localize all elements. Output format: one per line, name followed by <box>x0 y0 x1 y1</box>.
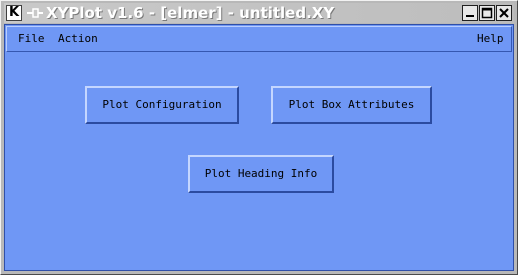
menu-bar: File Action Help <box>6 26 512 52</box>
main-panel: File Action Help Plot Configuration Plot… <box>4 24 514 271</box>
close-button[interactable] <box>496 5 512 21</box>
plot-box-attributes-button[interactable]: Plot Box Attributes <box>271 86 432 124</box>
maximize-icon <box>481 7 493 19</box>
minimize-icon <box>466 15 474 17</box>
maximize-button[interactable] <box>479 5 495 21</box>
app-menu-icon[interactable]: K <box>6 5 22 21</box>
plot-configuration-button[interactable]: Plot Configuration <box>85 86 239 124</box>
close-icon <box>499 8 509 18</box>
minimize-button[interactable] <box>462 5 478 21</box>
app-window: K XYPlot v1.6 - [elmer] - untitled.XY Fi… <box>0 0 518 275</box>
pin-icon[interactable] <box>26 6 44 20</box>
menu-file[interactable]: File <box>18 32 45 45</box>
window-title: XYPlot v1.6 - [elmer] - untitled.XY <box>46 4 335 22</box>
plot-heading-info-button[interactable]: Plot Heading Info <box>188 155 334 193</box>
menu-help[interactable]: Help <box>477 32 504 45</box>
title-bar[interactable]: K XYPlot v1.6 - [elmer] - untitled.XY <box>4 3 514 23</box>
menu-action[interactable]: Action <box>58 32 98 45</box>
